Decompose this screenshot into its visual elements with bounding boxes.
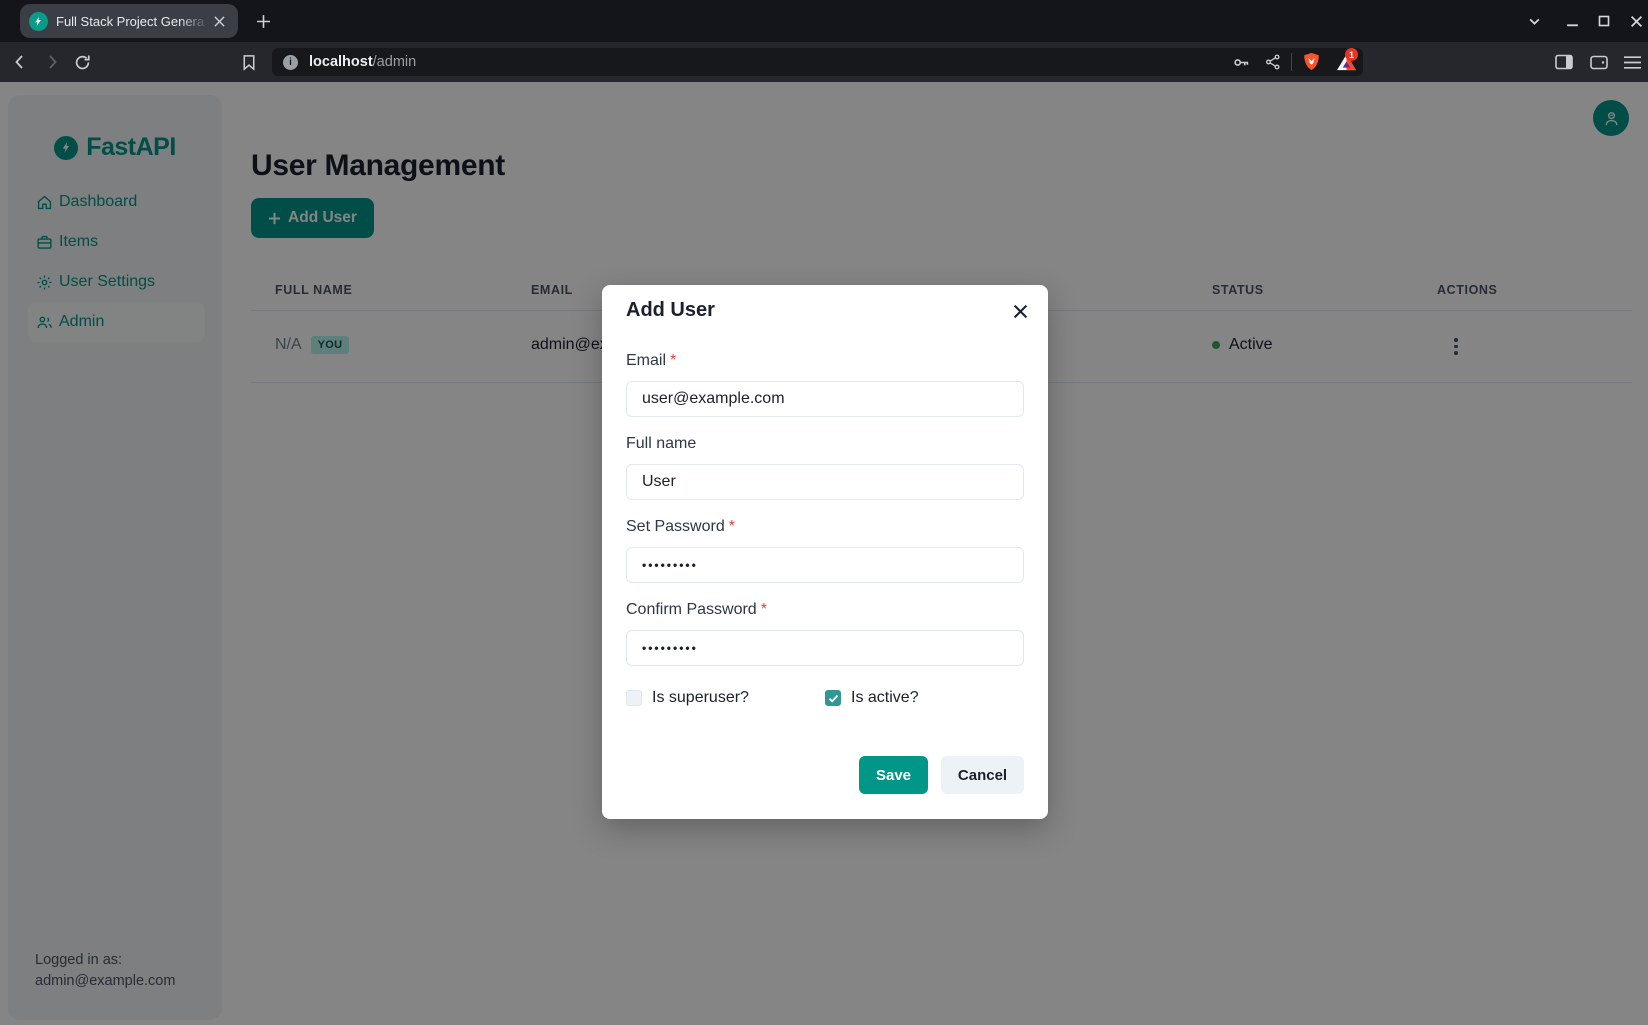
checkbox-checked-icon <box>825 690 841 706</box>
address-bar[interactable]: i localhost /admin 1 <box>272 48 1363 76</box>
field-confirm-password: Confirm Password* <box>626 601 1024 666</box>
required-asterisk: * <box>670 352 676 369</box>
bookmark-icon[interactable] <box>238 51 260 73</box>
reload-icon[interactable] <box>71 51 93 73</box>
browser-titlebar: Full Stack Project Genera <box>0 0 1648 42</box>
brave-shield-icon[interactable] <box>1300 52 1322 72</box>
wallet-icon[interactable] <box>1588 51 1610 73</box>
set-password-field[interactable] <box>626 547 1024 583</box>
checkbox-unchecked-icon <box>626 690 642 706</box>
set-password-label: Set Password* <box>626 518 1024 542</box>
required-asterisk: * <box>729 518 735 535</box>
modal-title: Add User <box>626 299 715 322</box>
email-field[interactable] <box>626 381 1024 417</box>
window-maximize-button[interactable] <box>1595 12 1613 30</box>
full-name-label: Full name <box>626 435 1024 459</box>
sidebar-toggle-icon[interactable] <box>1553 51 1575 73</box>
field-set-password: Set Password* <box>626 518 1024 583</box>
modal-footer: Save Cancel <box>626 756 1024 794</box>
confirm-password-label: Confirm Password* <box>626 601 1024 625</box>
menu-icon[interactable] <box>1621 51 1643 73</box>
is-active-checkbox[interactable]: Is active? <box>825 688 1024 708</box>
window-close-button[interactable] <box>1627 12 1645 30</box>
modal-body: Email* Full name Set Password* <box>626 352 1024 794</box>
url-path: /admin <box>373 54 417 70</box>
url-host: localhost <box>309 54 373 70</box>
field-email: Email* <box>626 352 1024 417</box>
share-icon[interactable] <box>1262 52 1284 72</box>
modal-close-icon[interactable] <box>1006 297 1034 325</box>
browser-window: Full Stack Project Genera <box>0 0 1648 1025</box>
new-tab-button[interactable] <box>252 10 274 32</box>
required-asterisk: * <box>761 601 767 618</box>
is-superuser-checkbox[interactable]: Is superuser? <box>626 688 825 708</box>
full-name-field[interactable] <box>626 464 1024 500</box>
tab-close-icon[interactable] <box>209 11 229 31</box>
window-minimize-button[interactable] <box>1563 12 1581 30</box>
save-button[interactable]: Save <box>859 756 928 794</box>
fastapi-favicon-icon <box>29 12 48 31</box>
tab-title: Full Stack Project Genera <box>56 14 209 29</box>
tab-search-chevron-icon[interactable] <box>1525 12 1543 30</box>
confirm-password-field[interactable] <box>626 630 1024 666</box>
email-label: Email* <box>626 352 1024 376</box>
back-icon[interactable] <box>9 51 31 73</box>
forward-icon[interactable] <box>41 51 63 73</box>
brave-rewards-bat-icon[interactable]: 1 <box>1335 52 1357 72</box>
rewards-badge: 1 <box>1345 48 1358 61</box>
page-content: FastAPI Dashboard Items <box>0 82 1648 1025</box>
cancel-button[interactable]: Cancel <box>941 756 1024 794</box>
toolbar-divider <box>1291 53 1292 71</box>
key-icon[interactable] <box>1230 52 1252 72</box>
field-full-name: Full name <box>626 435 1024 500</box>
checkbox-row: Is superuser? Is active? <box>626 688 1024 708</box>
site-info-icon[interactable]: i <box>283 55 298 70</box>
add-user-modal: Add User Email* Full name <box>602 285 1048 819</box>
browser-tab[interactable]: Full Stack Project Genera <box>20 4 238 38</box>
